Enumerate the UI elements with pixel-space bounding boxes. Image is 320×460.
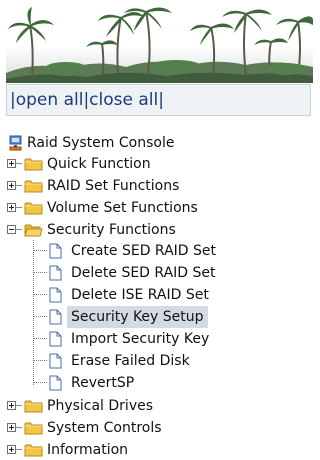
palm-tree-banner-image [6,7,313,83]
open-folder-icon [24,224,43,237]
tree-item-label: Quick Function [47,156,151,172]
tree-item-label: Physical Drives [47,398,154,414]
open-all-link[interactable]: open all [16,90,84,110]
tree-item-label: Information [47,442,129,458]
tree-root[interactable]: Raid System Console [0,132,300,154]
tree-connector [16,229,22,230]
computer-icon [9,135,22,151]
tree-item-label: Create SED RAID Set [71,243,217,259]
folder-icon [24,400,43,413]
tree-item-label: System Controls [47,420,162,436]
tree-item-physical-drives[interactable]: Physical Drives [0,395,300,417]
tree-item-label: Erase Failed Disk [71,353,190,369]
page-icon [49,353,62,369]
page-icon [49,331,62,347]
page-icon [49,375,62,391]
tree-connector [16,405,22,406]
tree-item-label: Delete ISE RAID Set [71,287,209,303]
page-icon [49,309,62,325]
expand-toggle-icon[interactable] [7,423,16,432]
tree-item-label: Import Security Key [71,331,210,347]
tree-item-label: Volume Set Functions [47,200,198,216]
tree-item-raid-set-functions[interactable]: RAID Set Functions [0,175,300,197]
tree-connector [16,185,22,186]
tree-item-erase-failed-disk[interactable]: Erase Failed Disk [0,350,300,372]
tree-item-volume-set-functions[interactable]: Volume Set Functions [0,197,300,219]
tree-item-revertsp[interactable]: RevertSP [0,372,300,394]
tree-connector [16,163,22,164]
tree-item-information[interactable]: Information [0,439,300,460]
page-icon [49,243,62,259]
bar-end-separator: | [158,90,164,110]
tree-item-label: RAID Set Functions [47,178,180,194]
tree-root-label: Raid System Console [27,135,175,151]
expand-toggle-icon[interactable] [7,159,16,168]
tree-item-security-functions[interactable]: Security Functions [0,219,300,241]
tree-item-create-sed-raid-set[interactable]: Create SED RAID Set [0,240,300,262]
folder-icon [24,158,43,171]
expand-collapse-bar: |open all|close all| [6,84,311,116]
tree-item-delete-sed-raid-set[interactable]: Delete SED RAID Set [0,262,300,284]
tree-item-delete-ise-raid-set[interactable]: Delete ISE RAID Set [0,284,300,306]
tree-item-label-selected: Security Key Setup [67,306,208,328]
folder-icon [24,180,43,193]
page-icon [49,265,62,281]
tree-connector [16,207,22,208]
expand-toggle-icon[interactable] [7,445,16,454]
tree-item-import-security-key[interactable]: Import Security Key [0,328,300,350]
palm-tree-banner [6,3,313,83]
expand-toggle-icon[interactable] [7,203,16,212]
tree-item-quick-function[interactable]: Quick Function [0,153,300,175]
tree-connector [16,449,22,450]
navigation-frame: |open all|close all| Raid System Console… [0,0,317,460]
tree-item-security-key-setup[interactable]: Security Key Setup [0,306,300,328]
page-icon [49,287,62,303]
folder-icon [24,444,43,457]
collapse-toggle-icon[interactable] [7,225,16,234]
folder-icon [24,202,43,215]
expand-toggle-icon[interactable] [7,401,16,410]
tree-item-label: Delete SED RAID Set [71,265,216,281]
expand-toggle-icon[interactable] [7,181,16,190]
close-all-link[interactable]: close all [89,90,158,110]
folder-icon [24,422,43,435]
tree-item-label: RevertSP [71,375,135,391]
tree-item-label: Security Functions [47,222,176,238]
tree-item-system-controls[interactable]: System Controls [0,417,300,439]
tree-connector [16,427,22,428]
